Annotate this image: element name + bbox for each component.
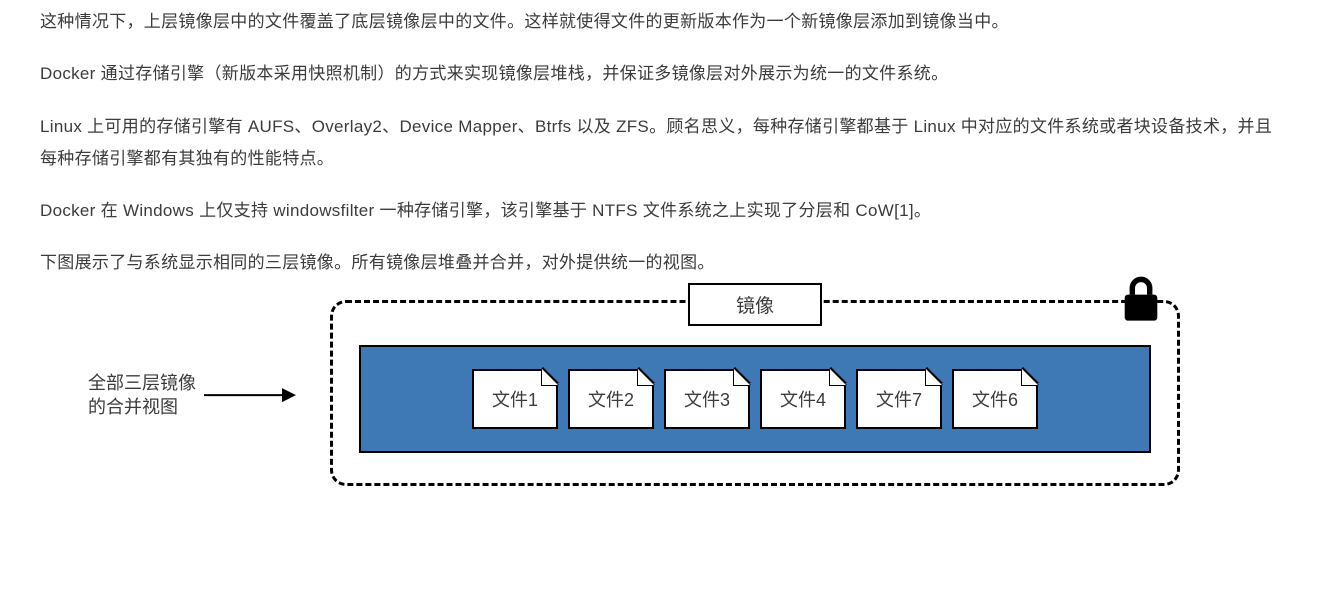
paragraph-2: Docker 通过存储引擎（新版本采用快照机制）的方式来实现镜像层堆栈，并保证多…	[40, 58, 1280, 90]
lock-icon	[1119, 275, 1163, 325]
file-tile: 文件4	[760, 369, 846, 429]
image-container-box: 镜像 文件1 文件2 文件3 文件4 文件7 文件6	[330, 300, 1180, 486]
figure-caption-line-2: 的合并视图	[88, 395, 196, 419]
paragraph-1: 这种情况下，上层镜像层中的文件覆盖了底层镜像层中的文件。这样就使得文件的更新版本…	[40, 6, 1280, 38]
paragraph-4: Docker 在 Windows 上仅支持 windowsfilter 一种存储…	[40, 195, 1280, 227]
file-tile: 文件1	[472, 369, 558, 429]
figure-caption: 全部三层镜像 的合并视图	[88, 371, 294, 420]
image-title-label: 镜像	[688, 283, 822, 326]
file-tile: 文件3	[664, 369, 750, 429]
figure-caption-line-1: 全部三层镜像	[88, 371, 196, 395]
arrow-icon	[204, 394, 294, 396]
layer-merged-view: 文件1 文件2 文件3 文件4 文件7 文件6	[359, 345, 1151, 453]
merged-image-figure: 全部三层镜像 的合并视图 镜像 文件1 文件2 文件3 文件4	[330, 300, 1180, 486]
file-tile: 文件7	[856, 369, 942, 429]
file-tile: 文件6	[952, 369, 1038, 429]
paragraph-5: 下图展示了与系统显示相同的三层镜像。所有镜像层堆叠并合并，对外提供统一的视图。	[40, 247, 1280, 279]
file-tile: 文件2	[568, 369, 654, 429]
paragraph-3: Linux 上可用的存储引擎有 AUFS、Overlay2、Device Map…	[40, 111, 1280, 176]
